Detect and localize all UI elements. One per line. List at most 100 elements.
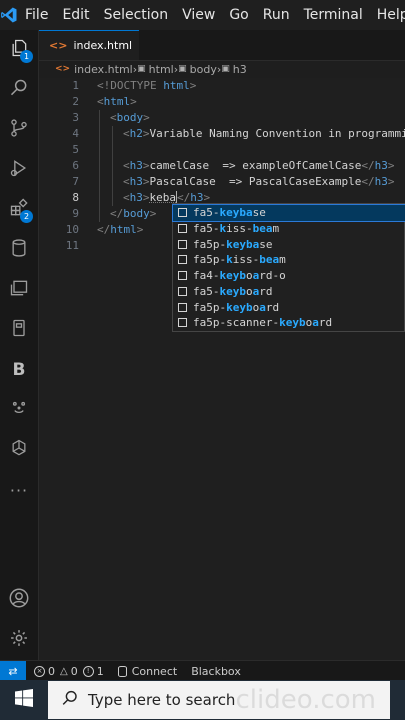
suggestion-item[interactable]: fa5- keyba se — [172, 204, 405, 222]
extensions-button[interactable]: 2 — [0, 194, 38, 226]
chatgpt-button[interactable] — [0, 434, 38, 466]
accounts-button[interactable] — [0, 584, 38, 616]
line-number-active: 8 — [72, 191, 79, 204]
connect-button[interactable]: Connect — [117, 665, 177, 678]
assistant-button[interactable] — [0, 394, 38, 426]
menu-file[interactable]: File — [18, 0, 55, 30]
breadcrumb-html[interactable]: ▣ html — [137, 63, 174, 76]
menu-run[interactable]: Run — [256, 0, 297, 30]
suggestion-item[interactable]: fa5- k iss-bea m — [173, 221, 405, 237]
search-icon — [9, 78, 29, 102]
menu-view[interactable]: View — [175, 0, 222, 30]
openai-icon — [9, 438, 29, 462]
remote-icon: ⇄ — [8, 664, 18, 678]
line-number: 3 — [72, 111, 79, 124]
breadcrumb: <> index.html › ▣ html › ▣ body › ▣ h3 — [39, 61, 405, 77]
more-button[interactable]: ··· — [0, 474, 38, 506]
line-number: 11 — [65, 239, 79, 252]
device-button[interactable] — [0, 314, 38, 346]
snippet-icon — [178, 239, 187, 249]
explorer-button[interactable]: 1 — [0, 34, 38, 66]
search-icon — [62, 690, 78, 710]
windows-taskbar: Type here to search clideo.com — [0, 680, 405, 720]
suggestion-item[interactable]: fa4- keyb o a rd-o — [173, 268, 405, 284]
html-file-icon: <> — [55, 64, 71, 74]
code-line-10: </html> — [97, 223, 144, 236]
snippet-icon — [178, 318, 187, 328]
error-count: 0 — [48, 664, 55, 678]
indent-guide — [112, 126, 113, 206]
breadcrumb-file[interactable]: <> index.html — [55, 63, 133, 76]
code-line-4: <h2>Variable Naming Convention in progra… — [123, 127, 405, 140]
line-number: 7 — [72, 175, 79, 188]
element-icon: ▣ — [178, 64, 187, 74]
info-count: 1 — [96, 664, 104, 678]
blackbox-status[interactable]: Blackbox — [191, 665, 241, 678]
run-debug-button[interactable] — [0, 154, 38, 186]
suggestion-item[interactable]: fa5- keyb o a rd — [173, 284, 405, 300]
database-icon — [9, 238, 29, 262]
suggestion-item[interactable]: fa5p-keyba se — [173, 236, 405, 252]
breadcrumb-h3[interactable]: ▣ h3 — [221, 63, 247, 76]
source-control-icon — [9, 118, 29, 142]
title-bar: File Edit Selection View Go Run Terminal… — [0, 0, 405, 30]
database-button[interactable] — [0, 234, 38, 266]
line-number: 10 — [65, 223, 79, 236]
start-button[interactable] — [0, 680, 48, 720]
problems-indicator[interactable]: × 0 △ 0 ! 1 — [34, 665, 104, 678]
code-line-7: <h3>PascalCase => PascalCaseExample</h3> — [123, 175, 395, 188]
error-icon: × — [34, 665, 45, 677]
menu-bar: File Edit Selection View Go Run Terminal… — [18, 0, 405, 30]
status-bar: ⇄ × 0 △ 0 ! 1 Connect Blackbox — [0, 660, 405, 681]
snippet-icon — [178, 286, 187, 296]
device-icon — [9, 318, 29, 342]
snippet-icon — [178, 302, 187, 312]
snippet-icon — [178, 271, 187, 281]
element-icon: ▣ — [221, 64, 230, 74]
windows-logo-icon — [15, 689, 33, 711]
menu-terminal[interactable]: Terminal — [297, 0, 370, 30]
line-number: 2 — [72, 95, 79, 108]
tab-index-html[interactable]: <> index.html — [39, 30, 139, 60]
menu-selection[interactable]: Selection — [97, 0, 176, 30]
line-number: 1 — [72, 79, 79, 92]
editor-tabs: <> index.html — [39, 30, 405, 61]
suggestion-item[interactable]: fa5p-scanner-keyb o a rd — [173, 315, 405, 331]
explorer-badge: 1 — [20, 50, 33, 63]
search-placeholder: Type here to search — [88, 691, 236, 709]
code-line-3: <body> — [110, 111, 150, 124]
code-line-2: <html> — [97, 95, 137, 108]
taskbar-search[interactable]: Type here to search clideo.com — [48, 681, 390, 719]
suggestion-item[interactable]: fa5p-k iss-bea m — [173, 252, 405, 268]
menu-edit[interactable]: Edit — [55, 0, 96, 30]
tab-label: index.html — [73, 39, 133, 52]
database-icon — [117, 665, 127, 677]
settings-button[interactable] — [0, 624, 38, 656]
info-icon: ! — [82, 665, 94, 677]
run-debug-icon — [9, 158, 29, 182]
remote-explorer-icon — [9, 278, 29, 302]
warning-icon: △ — [60, 665, 68, 677]
gear-icon — [9, 628, 29, 652]
suggestion-item[interactable]: fa5p-keyb o a rd — [173, 299, 405, 315]
snippet-icon — [178, 208, 187, 218]
source-control-button[interactable] — [0, 114, 38, 146]
autocomplete-popup: fa5- keyba se fa5- k iss-bea m fa5p-keyba se f… — [172, 203, 405, 332]
line-number: 4 — [72, 127, 79, 140]
menu-go[interactable]: Go — [222, 0, 255, 30]
code-editor[interactable]: 1 2 3 4 5 6 7 8 9 10 11 <!DOCTYPE html> … — [39, 78, 405, 660]
element-icon: ▣ — [137, 64, 146, 74]
search-view-button[interactable] — [0, 74, 38, 106]
remote-explorer-button[interactable] — [0, 274, 38, 306]
breadcrumb-body[interactable]: ▣ body — [178, 63, 217, 76]
activity-bar: 1 2 B ··· — [0, 30, 39, 660]
menu-help[interactable]: Help — [370, 0, 405, 30]
html-file-icon: <> — [49, 39, 68, 52]
remote-indicator-button[interactable]: ⇄ — [0, 661, 26, 681]
code-line-1: <!DOCTYPE html> — [97, 79, 197, 92]
code-line-6: <h3>camelCase => exampleOfCamelCase</h3> — [123, 159, 395, 172]
robot-face-icon — [9, 398, 29, 422]
indent-guide — [99, 110, 100, 222]
vscode-logo-icon — [0, 0, 18, 30]
blackbox-button[interactable]: B — [0, 354, 38, 386]
